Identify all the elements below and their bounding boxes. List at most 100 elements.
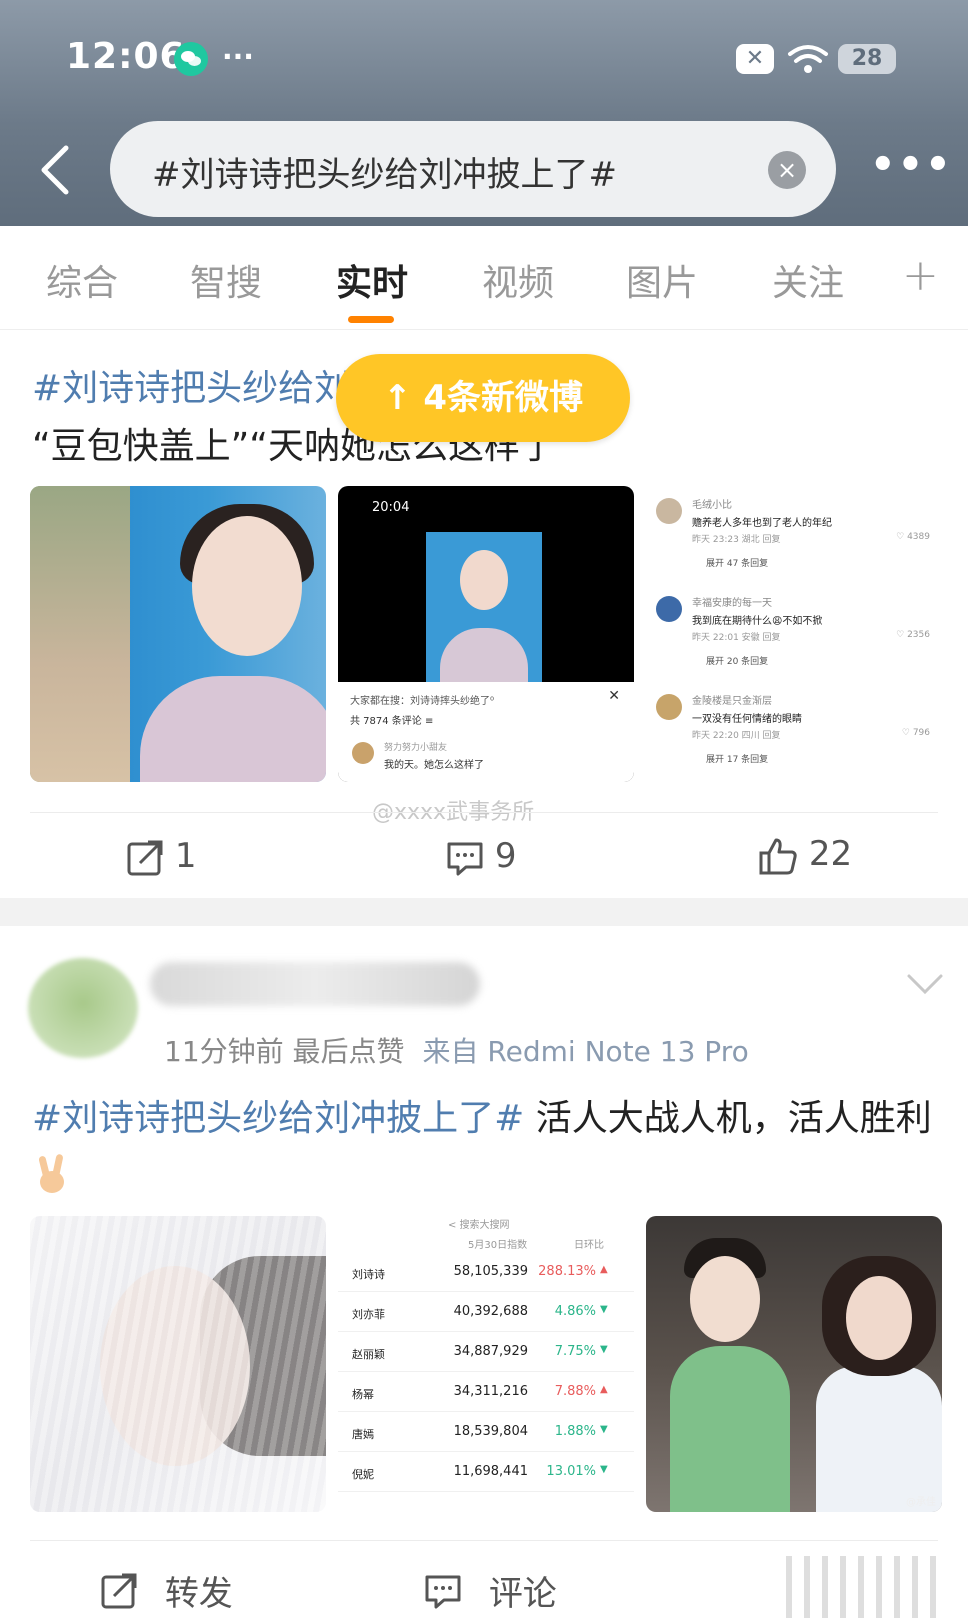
chevron-down-icon[interactable] [906,972,944,998]
post2-topic-link[interactable]: #刘诗诗把头纱给刘冲披上了# [32,1098,524,1139]
table-col-change: 日环比 [574,1240,604,1251]
post2-image-3[interactable]: @承佳 [646,1216,942,1512]
row-name: 刘亦菲 [352,1308,385,1321]
post1-image-2[interactable]: 20:04 大家都在搜：刘诗诗摔头纱绝了⁰ ✕ 共 7874 条评论 ≡ 努力努… [338,486,634,782]
phone-time: 20:04 [372,500,410,515]
post2-text: #刘诗诗把头纱给刘冲披上了# 活人大战人机，活人胜利 [32,1090,944,1206]
comment-user: 金陵楼是只金渐层 [692,696,772,707]
tab-comprehensive[interactable]: 综合 [46,254,118,306]
comment-likes: ♡ 2356 [896,630,930,640]
tab-images[interactable]: 图片 [626,254,698,306]
tab-realtime[interactable]: 实时 [336,254,408,306]
sheet-comment-count: 共 7874 条评论 ≡ [350,716,434,727]
repost-label: 转发 [164,1574,233,1614]
table-row: 赵丽颖 34,887,929 7.75% ▼ [338,1332,634,1372]
post2-meta: 11分钟前 最后点赞 来自 Redmi Note 13 Pro [164,1030,749,1070]
comment-text: 一双没有任何情绪的眼睛 [692,714,802,725]
repost-icon [127,840,163,875]
comment-expand: 展开 47 条回复 [706,559,769,569]
row-name: 刘诗诗 [352,1268,385,1281]
row-change: 7.88% [554,1384,596,1399]
tab-smart-search[interactable]: 智搜 [190,254,262,306]
comment-button[interactable]: 9 [446,836,516,877]
comment-expand: 展开 17 条回复 [706,755,769,765]
like-count: 22 [808,834,853,874]
post1-image-3[interactable]: 毛绒小比 赡养老人多年也到了老人的年纪 昨天 23:23 湖北 回复 ♡ 438… [646,486,942,782]
image-veil [30,1216,326,1512]
comment-button[interactable]: 评论 [424,1566,557,1615]
post1-image-1[interactable] [30,486,326,782]
row-change: 288.13% [538,1264,596,1279]
repost-icon [101,1573,137,1608]
new-posts-toast[interactable]: ↑ 4条新微博 [336,354,630,442]
sheet-comment: 我的天。她怎么这样了 [384,760,484,771]
image-green-dress [670,1346,790,1512]
sheet-user: 努力努力小甜友 [384,743,448,753]
row-change: 1.88% [554,1424,596,1439]
row-value: 40,392,688 [453,1304,528,1319]
app-header: 12:06 ··· ✕ 28 #刘诗诗把头纱给刘冲披上了# × ••• [0,0,968,226]
repost-button[interactable]: 转发 [100,1566,233,1615]
comment-sheet: 大家都在搜：刘诗诗摔头纱绝了⁰ ✕ 共 7874 条评论 ≡ 努力努力小甜友 我… [338,682,634,782]
comment-text: 我到底在期待什么😩不如不掀 [692,616,823,627]
row-value: 34,887,929 [453,1344,528,1359]
tab-video[interactable]: 视频 [482,254,554,306]
repost-count: 1 [174,836,197,876]
table-row: 倪妮 11,698,441 13.01% ▼ [338,1452,634,1492]
comment-meta: 昨天 22:01 安徽 回复 [692,633,781,643]
comment-text: 赡养老人多年也到了老人的年纪 [692,518,832,529]
thumbs-up-icon [759,838,797,874]
post1-topic-link[interactable]: #刘诗诗把头纱给刘 [32,368,350,409]
table-row: 杨幂 34,311,216 7.88% ▲ [338,1372,634,1412]
row-name: 杨幂 [352,1388,374,1401]
like-button[interactable]: 22 [758,834,852,876]
tab-following[interactable]: 关注 [772,254,844,306]
post2-username-blurred[interactable] [150,962,480,1006]
row-change: 13.01% [546,1464,596,1479]
row-name: 赵丽颖 [352,1348,385,1361]
sheet-hot-search: 大家都在搜：刘诗诗摔头纱绝了⁰ [350,696,495,707]
repost-button[interactable]: 1 [126,836,196,877]
more-options-icon[interactable]: ••• [870,142,953,188]
row-value: 34,311,216 [453,1384,528,1399]
clear-search-icon[interactable]: × [768,151,806,189]
victory-hand-icon [38,1154,64,1193]
row-name: 唐嫣 [352,1428,374,1441]
wifi-icon [788,45,828,73]
row-value: 18,539,804 [453,1424,528,1439]
post2-image-2-index-table[interactable]: < 搜索大搜网 5月30日指数 日环比 刘诗诗 58,105,339 288.1… [338,1216,634,1512]
avatar [656,596,682,622]
arrow-down-icon: ▼ [600,1344,608,1355]
post2-image-1[interactable] [30,1216,326,1512]
image-dress [140,676,326,782]
comment-icon [447,842,483,875]
search-input[interactable]: #刘诗诗把头纱给刘冲披上了# × [110,121,836,217]
comment-user: 幸福安康的每一天 [692,598,772,609]
avatar [352,742,374,764]
sheet-close-icon: ✕ [608,688,620,704]
image-watermark: @xxxx武事务所 [372,800,535,825]
comment-icon [425,1575,461,1608]
photo-face [460,550,508,610]
comment-likes: ♡ 4389 [896,532,930,542]
row-value: 58,105,339 [453,1264,528,1279]
add-tab-icon[interactable]: + [902,250,939,301]
comment-label: 评论 [488,1574,557,1614]
comment-meta: 昨天 23:23 湖北 回复 [692,535,781,545]
arrow-up-icon: ▲ [600,1384,608,1395]
arrow-down-icon: ▼ [600,1304,608,1315]
photo-dress [440,628,528,682]
search-query-text: #刘诗诗把头纱给刘冲披上了# [152,155,617,195]
avatar[interactable] [28,958,138,1058]
table-row: 刘亦菲 40,392,688 4.86% ▼ [338,1292,634,1332]
comment-item: 毛绒小比 赡养老人多年也到了老人的年纪 昨天 23:23 湖北 回复 ♡ 438… [656,496,936,596]
image-face [846,1276,912,1360]
wechat-notification-icon [174,42,208,76]
avatar [656,498,682,524]
like-button-obscured[interactable] [786,1556,946,1618]
back-arrow-icon[interactable] [36,142,76,198]
row-change: 4.86% [554,1304,596,1319]
comment-likes: ♡ 796 [901,728,930,738]
comment-item: 幸福安康的每一天 我到底在期待什么😩不如不掀 昨天 22:01 安徽 回复 ♡ … [656,594,936,694]
post2-body: 活人大战人机，活人胜利 [524,1098,932,1139]
